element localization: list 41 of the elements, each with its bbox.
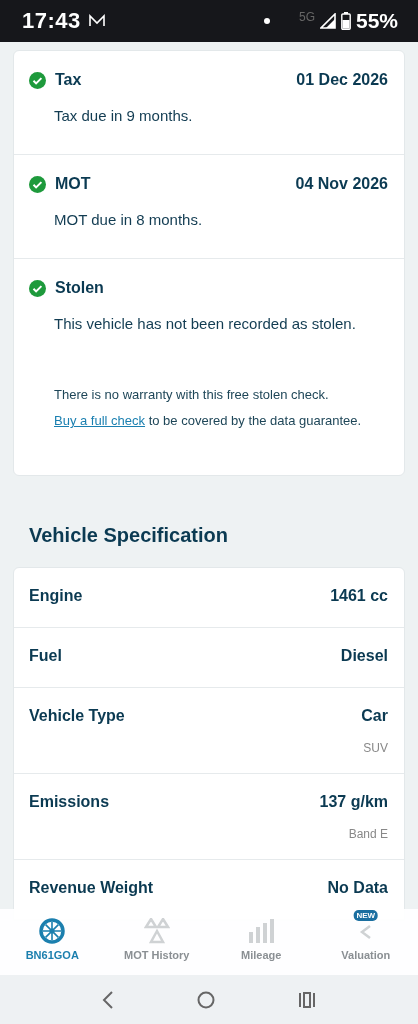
spec-value: Car: [361, 707, 388, 725]
spec-value: 1461 cc: [330, 587, 388, 605]
spec-value: No Data: [327, 879, 388, 897]
check-title: Stolen: [55, 279, 105, 297]
check-message: Tax due in 9 months.: [54, 107, 194, 124]
section-title: Vehicle Specification: [29, 524, 229, 547]
back-icon[interactable]: [101, 990, 114, 1009]
buy-full-check-link[interactable]: Buy a full check: [54, 413, 146, 428]
battery-icon: [340, 12, 351, 30]
check-title: MOT: [55, 175, 92, 193]
spec-value: 137 g/km: [319, 793, 388, 811]
dot-icon: [263, 18, 270, 24]
spec-label: Engine: [29, 587, 83, 605]
check-title: Tax: [55, 71, 83, 89]
spec-detail: SUV: [363, 741, 388, 755]
battery-level: 55%: [355, 9, 398, 33]
spec-value: Diesel: [340, 647, 388, 665]
mail-icon: [87, 14, 106, 28]
spec-label: Revenue Weight: [29, 879, 154, 897]
nav-tab[interactable]: BN61GOA: [0, 909, 105, 975]
check-message: MOT due in 8 months.: [54, 211, 204, 228]
spec-label: Emissions: [29, 793, 110, 811]
spec-label: Vehicle Type: [29, 707, 125, 725]
check-date: 04 Nov 2026: [295, 175, 388, 193]
recent-apps-icon[interactable]: [298, 991, 317, 1008]
nav-tab[interactable]: Mileage: [209, 909, 314, 975]
spec-detail: Band E: [348, 827, 388, 841]
network-label: 5G: [298, 10, 315, 24]
nav-tab[interactable]: NEW Valuation: [313, 909, 418, 975]
nav-tab[interactable]: MOT History: [104, 909, 209, 975]
check-message: This vehicle has not been recorded as stolen.: [54, 315, 357, 332]
home-icon[interactable]: [197, 990, 215, 1009]
status-time: 17:43: [22, 8, 81, 34]
check-date: 01 Dec 2026: [296, 71, 388, 89]
new-badge: NEW: [353, 910, 379, 921]
bar-chart-icon: [248, 918, 275, 944]
spec-label: Fuel: [29, 647, 62, 665]
signal-icon: [319, 13, 336, 29]
warning-triangles-icon: [143, 918, 170, 944]
warranty-note: There is no warranty with this free stolen check. Buy a full check to be covered by the data guarantee.: [54, 386, 363, 430]
wheel-icon: [39, 918, 66, 944]
